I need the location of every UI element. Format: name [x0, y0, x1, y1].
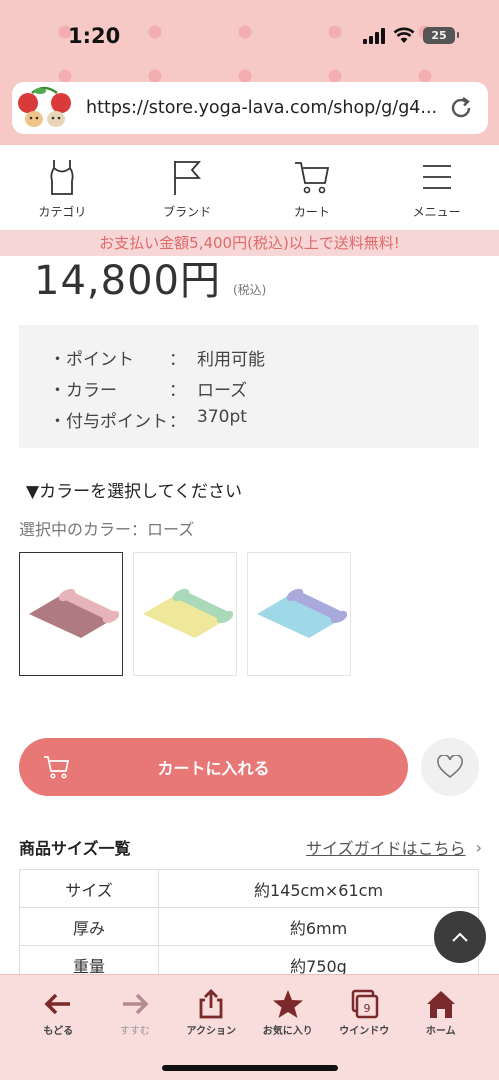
cart-icon	[294, 162, 329, 194]
table-row: 厚み 約6mm	[19, 907, 479, 946]
address-bar[interactable]: https://store.yoga-lava.com/shop/g/g4...	[12, 82, 488, 134]
status-bar: 1:20 25	[0, 0, 499, 70]
forward-button[interactable]: すすむ	[104, 989, 166, 1037]
tax-note: (税込)	[232, 283, 267, 297]
forward-label: すすむ	[119, 1026, 150, 1037]
info-key: ・カラー	[49, 381, 117, 401]
nav-item-menu[interactable]: メニュー	[374, 145, 499, 230]
info-row-earned-points: ・付与ポイント ： 370pt	[19, 407, 479, 438]
heart-icon	[437, 755, 463, 779]
nav-label-cart: カート	[293, 205, 330, 219]
scroll-to-top-button[interactable]	[434, 911, 486, 963]
size-guide-link[interactable]: サイズガイドはこちら ›	[306, 835, 482, 859]
info-row-points: ・ポイント ： 利用可能	[19, 345, 479, 376]
info-value: ローズ	[197, 381, 248, 401]
back-label: もどる	[43, 1026, 74, 1037]
color-swatches	[19, 552, 351, 676]
size-key: 厚み	[19, 907, 159, 946]
arrow-right-icon	[122, 993, 149, 1015]
browser-toolbar: もどる すすむ アクション お気に入り 9 ウインドウ ホーム	[0, 974, 499, 1080]
nav-label-brand: ブランド	[163, 205, 212, 219]
favorite-button[interactable]	[421, 738, 479, 796]
nav-label-category: カテゴリ	[38, 205, 87, 219]
site-logo	[14, 83, 76, 133]
info-key: ・付与ポイント	[49, 412, 168, 432]
cart-icon	[44, 756, 70, 779]
url-text[interactable]: https://store.yoga-lava.com/shop/g/g4...	[86, 98, 446, 118]
info-row-color: ・カラー ： ローズ	[19, 376, 479, 407]
home-indicator	[162, 1065, 338, 1071]
bookmark-label: お気に入り	[262, 1026, 313, 1037]
yoga-mat-blue-image	[257, 588, 347, 638]
home-label: ホーム	[425, 1026, 456, 1037]
site-nav: カテゴリ ブランド カート メニュー	[0, 145, 499, 230]
size-list-title: 商品サイズ一覧	[19, 839, 131, 858]
swatch-rose[interactable]	[19, 552, 123, 676]
info-value: 利用可能	[197, 350, 265, 370]
info-key: ・ポイント	[49, 350, 134, 370]
chevron-right-icon: ›	[475, 837, 482, 857]
size-value: 約145cm×61cm	[158, 869, 479, 908]
add-to-cart-button[interactable]: カートに入れる	[19, 738, 408, 796]
swatch-blue[interactable]	[247, 552, 351, 676]
star-icon	[272, 990, 303, 1018]
yoga-mat-yellow-image	[143, 588, 233, 638]
arrow-left-icon	[44, 993, 71, 1015]
status-time: 1:20	[68, 24, 121, 48]
nav-item-cart[interactable]: カート	[250, 145, 375, 230]
windows-icon: 9	[352, 989, 379, 1019]
nav-item-brand[interactable]: ブランド	[125, 145, 250, 230]
swatch-yellow[interactable]	[133, 552, 237, 676]
browser-chrome: 1:20 25 https://store.yoga-lava.com/shop…	[0, 0, 499, 145]
size-guide-label: サイズガイドはこちら	[306, 839, 466, 858]
chevron-up-icon	[452, 932, 468, 942]
selected-color-label: 選択中のカラー：ローズ	[19, 520, 195, 539]
yoga-mat-rose-image	[29, 588, 119, 638]
info-value: 370pt	[197, 407, 247, 427]
window-count: 9	[364, 1002, 371, 1015]
add-to-cart-label: カートに入れる	[157, 759, 270, 778]
share-label: アクション	[186, 1026, 237, 1037]
color-select-heading: ▼カラーを選択してください	[26, 482, 243, 502]
price-row: 14,800円 (税込)	[34, 248, 266, 306]
size-table: サイズ 約145cm×61cm 厚み 約6mm 重量 約750g	[19, 869, 479, 984]
tank-top-icon	[50, 160, 74, 195]
product-price: 14,800円	[34, 258, 221, 304]
signal-icon	[363, 27, 385, 44]
home-icon	[426, 991, 455, 1018]
home-button[interactable]: ホーム	[410, 989, 472, 1037]
nav-item-category[interactable]: カテゴリ	[0, 145, 125, 230]
windows-label: ウインドウ	[339, 1026, 390, 1037]
menu-icon	[422, 165, 451, 189]
wifi-icon	[393, 27, 415, 43]
flag-icon	[174, 161, 202, 195]
share-icon	[199, 989, 223, 1019]
bookmark-button[interactable]: お気に入り	[257, 989, 319, 1037]
table-row: サイズ 約145cm×61cm	[19, 869, 479, 908]
product-info-box: ・ポイント ： 利用可能 ・カラー ： ローズ ・付与ポイント ： 370pt	[19, 325, 479, 448]
back-button[interactable]: もどる	[27, 989, 89, 1037]
battery-icon: 25	[423, 27, 459, 44]
status-icons: 25	[363, 27, 459, 44]
size-value: 約6mm	[158, 907, 479, 946]
windows-button[interactable]: 9 ウインドウ	[333, 989, 395, 1037]
reload-icon[interactable]	[448, 95, 474, 121]
nav-label-menu: メニュー	[412, 205, 461, 219]
size-key: サイズ	[19, 869, 159, 908]
share-button[interactable]: アクション	[180, 989, 242, 1037]
